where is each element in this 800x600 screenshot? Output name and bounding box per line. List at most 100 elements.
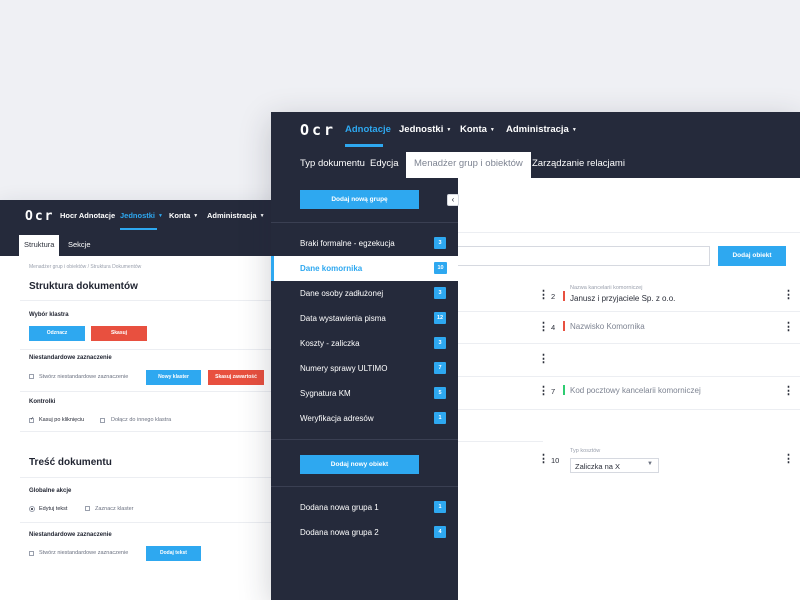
count-badge: 1 — [434, 412, 446, 424]
sidebar-item-braki-formalne[interactable]: Braki formalne - egzekucja 3 — [271, 231, 458, 256]
more-options-icon[interactable]: ⋮ — [538, 386, 549, 397]
back-nav-active-indicator — [120, 228, 157, 230]
divider — [271, 486, 458, 487]
global-actions-label: Globalne akcje — [29, 488, 72, 494]
chevron-down-icon: ▼ — [571, 127, 577, 133]
sidebar-item-dane-komornika[interactable]: Dane komornika 10 — [271, 256, 458, 281]
row-value: Nazwisko Komornika — [570, 322, 645, 331]
divider — [20, 300, 272, 301]
divider — [271, 222, 458, 223]
nav-jednostki[interactable]: Jednostki ▼ — [399, 124, 451, 135]
more-options-icon[interactable]: ⋮ — [783, 386, 794, 397]
front-window: Ocr Adnotacje Jednostki ▼ Konta ▼ Administ… — [271, 112, 800, 600]
attach-cluster-checkbox[interactable] — [100, 418, 105, 423]
delete-on-click-text: Kasuj po kliknięciu — [39, 417, 85, 423]
count-badge: 3 — [434, 237, 446, 249]
chevron-down-icon: ▼ — [158, 213, 163, 219]
row-color-mark — [563, 291, 565, 301]
add-object-button[interactable]: Dodaj obiekt — [718, 246, 786, 266]
create-nonstandard-text-2: Stwórz niestandardowe zaznaczenie — [39, 550, 129, 556]
back-window: Ocr Hocr Adnotacje Jednostki ▼ Konta ▼ Adm… — [0, 200, 292, 600]
edit-text-radio[interactable] — [29, 506, 35, 512]
tab-zarzadzanie-relacjami[interactable]: Zarządzanie relacjami — [532, 158, 625, 169]
create-nonstandard-text: Stwórz niestandardowe zaznaczenie — [39, 374, 129, 380]
divider — [458, 376, 543, 377]
divider — [458, 311, 543, 312]
new-cluster-button[interactable]: Nowy klaster — [146, 370, 201, 385]
tab-menedzer-grup[interactable]: Menadżer grup i obiektów — [406, 152, 531, 178]
back-nav-jednostki[interactable]: Jednostki ▼ — [120, 211, 163, 220]
controls-label: Kontrolki — [29, 399, 56, 405]
create-nonstandard-checkbox[interactable] — [29, 374, 34, 379]
add-text-button[interactable]: Dodaj tekst — [146, 546, 201, 561]
row-value: Janusz i przyjaciele Sp. z o.o. — [570, 294, 676, 303]
more-options-icon[interactable]: ⋮ — [783, 290, 794, 301]
back-tab-struktura[interactable]: Struktura — [19, 235, 60, 256]
more-options-icon[interactable]: ⋮ — [538, 322, 549, 333]
delete-content-button[interactable]: Skasuj zawartość — [208, 370, 264, 385]
add-new-object-button[interactable]: Dodaj nowy obiekt — [300, 455, 419, 474]
chevron-down-icon: ▼ — [489, 127, 495, 133]
cost-type-select[interactable]: Zaliczka na X ▼ — [570, 458, 659, 473]
divider — [458, 409, 543, 410]
add-group-button[interactable]: Dodaj nową grupę — [300, 190, 419, 209]
delete-button[interactable]: Skasuj — [91, 326, 147, 341]
sidebar-item-data-wystawienia[interactable]: Data wystawienia pisma 12 — [271, 306, 458, 331]
chevron-down-icon: ▼ — [259, 213, 265, 219]
collapse-sidebar-icon[interactable]: ‹ — [447, 194, 459, 206]
groups-sidebar: Dodaj nową grupę Braki formalne - egzeku… — [271, 178, 458, 600]
count-badge: 3 — [434, 337, 446, 349]
delete-on-click-checkbox[interactable] — [29, 416, 34, 423]
more-options-icon[interactable]: ⋮ — [538, 454, 549, 465]
row-value: Kod pocztowy kancelarii komorniczej — [570, 386, 701, 395]
more-options-icon[interactable]: ⋮ — [538, 354, 549, 365]
breadcrumb: Menadżer grup i obiektów / Struktura Dok… — [29, 264, 142, 270]
edit-text-label: Edytuj tekst — [39, 506, 68, 512]
section-title-structure: Struktura dokumentów — [29, 281, 138, 292]
more-options-icon[interactable]: ⋮ — [783, 322, 794, 333]
divider — [20, 349, 272, 350]
sidebar-item-sygnatura[interactable]: Sygnatura KM 5 — [271, 381, 458, 406]
tab-edycja[interactable]: Edycja — [370, 158, 399, 169]
sidebar-item-nowa-grupa-1[interactable]: Dodana nowa grupa 11 — [271, 495, 458, 520]
divider — [20, 477, 272, 478]
mark-cluster-checkbox[interactable] — [85, 506, 90, 511]
divider — [543, 376, 800, 377]
divider — [20, 431, 272, 432]
back-tab-sekcje[interactable]: Sekcje — [68, 240, 91, 249]
attach-cluster-text: Dołącz do innego klastra — [111, 417, 172, 423]
count-badge: 7 — [434, 362, 446, 374]
sidebar-item-dane-osoby[interactable]: Dane osoby zadłużonej 3 — [271, 281, 458, 306]
sidebar-item-numery-sprawy[interactable]: Numery sprawy ULTIMO 7 — [271, 356, 458, 381]
row-caption: Typ kosztów — [570, 448, 601, 454]
count-badge: 3 — [434, 287, 446, 299]
more-options-icon[interactable]: ⋮ — [538, 290, 549, 301]
nav-adnotacje[interactable]: Adnotacje — [345, 124, 391, 135]
count-badge: 10 — [434, 262, 447, 274]
row-number: 10 — [551, 456, 560, 465]
divider — [458, 343, 543, 344]
count-badge: 12 — [434, 312, 446, 324]
nav-konta[interactable]: Konta ▼ — [460, 124, 495, 135]
row-number: 4 — [551, 323, 556, 332]
divider — [458, 232, 800, 233]
unmark-button[interactable]: Odznacz — [29, 326, 85, 341]
back-nav-administracja[interactable]: Administracja ▼ — [207, 211, 265, 220]
sidebar-item-nowa-grupa-2[interactable]: Dodana nowa grupa 24 — [271, 520, 458, 545]
object-name-input[interactable] — [458, 246, 710, 266]
more-options-icon[interactable]: ⋮ — [783, 454, 794, 465]
tab-typ-dokumentu[interactable]: Typ dokumentu — [300, 158, 365, 169]
count-badge: 1 — [434, 501, 446, 513]
cluster-select-label: Wybór klastra — [29, 312, 69, 318]
divider — [543, 409, 800, 410]
sidebar-item-weryfikacja[interactable]: Weryfikacja adresów 1 — [271, 406, 458, 431]
chevron-down-icon: ▼ — [446, 127, 452, 133]
nav-administracja[interactable]: Administracja ▼ — [506, 124, 577, 135]
back-nav-hocr-adnotacje[interactable]: Hocr Adnotacje — [60, 211, 115, 220]
row-color-mark — [563, 385, 565, 395]
count-badge: 4 — [434, 526, 446, 538]
create-nonstandard-checkbox-2[interactable] — [29, 551, 34, 556]
divider — [20, 522, 272, 523]
sidebar-item-koszty[interactable]: Koszty - zaliczka 3 — [271, 331, 458, 356]
back-nav-konta[interactable]: Konta ▼ — [169, 211, 198, 220]
